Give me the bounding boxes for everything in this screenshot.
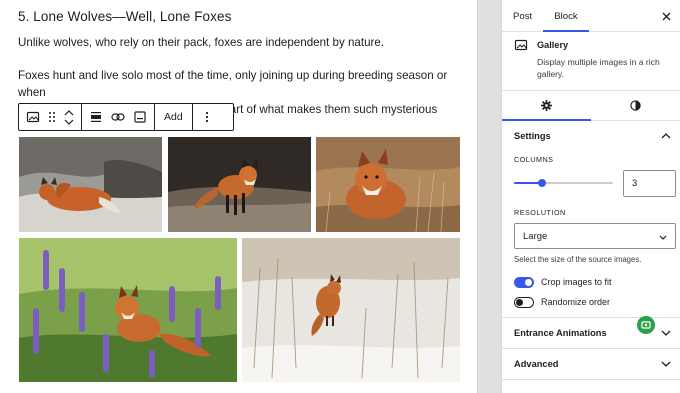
toolbar-group-add: Add — [155, 104, 193, 130]
tab-settings-gear[interactable] — [502, 91, 591, 121]
settings-panel-title[interactable]: Settings — [514, 131, 551, 141]
toolbar-group-more — [193, 104, 221, 130]
crop-label: Crop images to fit — [541, 277, 612, 287]
gallery-block-icon — [514, 38, 528, 52]
columns-label: COLUMNS — [514, 155, 554, 164]
entrance-animations-panel[interactable]: Entrance Animations — [514, 328, 607, 338]
chevron-down-icon — [659, 235, 667, 240]
align-icon[interactable] — [85, 104, 107, 130]
slider-thumb[interactable] — [538, 179, 547, 187]
divider-line — [502, 379, 680, 380]
gallery-image-fox-snow[interactable] — [242, 238, 460, 382]
gallery-image-fox-standing[interactable] — [168, 137, 311, 232]
toolbar-group-block — [19, 104, 82, 130]
resolution-help: Select the size of the source images. — [514, 255, 642, 264]
divider-line — [502, 317, 680, 318]
heading-block[interactable]: 5. Lone Wolves—Well, Lone Foxes — [18, 9, 231, 24]
close-icon[interactable] — [658, 8, 674, 24]
link-icon[interactable] — [107, 104, 129, 130]
panel-divider — [477, 0, 502, 393]
randomize-toggle[interactable] — [514, 296, 534, 308]
editor-canvas: 5. Lone Wolves—Well, Lone Foxes Unlike w… — [0, 0, 477, 393]
add-button[interactable]: Add — [158, 104, 189, 130]
gallery-image-fox-flowers[interactable] — [19, 238, 237, 382]
gallery-image-fox-grass[interactable] — [316, 137, 460, 232]
move-up-icon[interactable] — [64, 109, 74, 116]
drag-handle-icon[interactable] — [44, 104, 60, 130]
more-options-icon[interactable] — [196, 104, 218, 130]
chevron-down-icon[interactable] — [660, 327, 672, 339]
block-settings-tabs — [502, 90, 680, 121]
gallery-image-fox-sleeping[interactable] — [19, 137, 162, 232]
randomize-label: Randomize order — [541, 297, 611, 307]
gear-icon — [541, 100, 552, 111]
paragraph-line-1: Foxes hunt and live solo most of the tim… — [18, 69, 448, 99]
paragraph-block-1[interactable]: Unlike wolves, who rely on their pack, f… — [18, 34, 458, 51]
settings-sidebar: Post Block Gallery Display multiple imag… — [502, 0, 680, 393]
advanced-panel[interactable]: Advanced — [514, 359, 558, 369]
styles-half-circle-icon — [630, 100, 641, 111]
block-title: Gallery — [537, 40, 569, 50]
sidebar-tabs: Post Block — [502, 0, 680, 32]
toolbar-group-format — [82, 104, 155, 130]
move-down-icon[interactable] — [64, 119, 74, 126]
caption-icon[interactable] — [129, 104, 151, 130]
tab-styles[interactable] — [591, 91, 680, 120]
columns-slider[interactable] — [514, 179, 613, 187]
tab-block[interactable]: Block — [543, 0, 588, 32]
tab-post[interactable]: Post — [502, 0, 543, 32]
columns-number-input[interactable]: 3 — [623, 170, 676, 197]
randomize-row: Randomize order — [514, 296, 610, 308]
block-description: Display multiple images in a rich galler… — [537, 57, 660, 79]
gallery-icon[interactable] — [22, 104, 44, 130]
grammar-assistant-icon[interactable] — [637, 316, 655, 334]
resolution-select[interactable]: Large — [514, 223, 676, 249]
move-arrows — [60, 104, 78, 130]
divider-line — [502, 348, 680, 349]
resolution-value: Large — [523, 230, 548, 242]
crop-row: Crop images to fit — [514, 276, 612, 288]
chevron-up-icon[interactable] — [660, 130, 672, 142]
crop-toggle[interactable] — [514, 276, 534, 288]
chevron-down-icon[interactable] — [660, 358, 672, 370]
resolution-label: RESOLUTION — [514, 208, 566, 217]
block-toolbar: Add — [18, 103, 234, 131]
